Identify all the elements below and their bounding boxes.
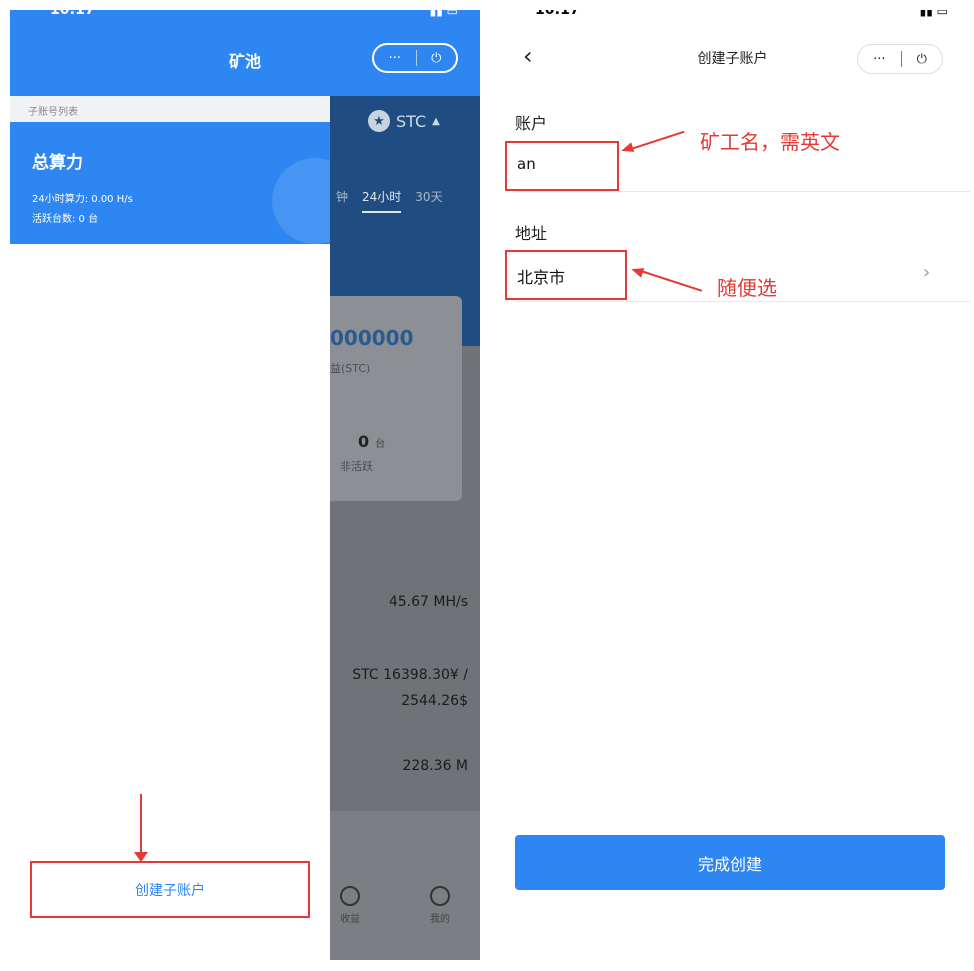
balance-label: 益(STC) xyxy=(330,362,371,375)
drawer-list-title: 子账号列表 xyxy=(10,96,330,122)
annotation-arrow xyxy=(630,130,685,150)
income-icon xyxy=(340,886,360,906)
right-phone-screen: 10:17 ▮▮ ▭ ‹ 创建子账户 ··· ⏻ 账户 an 矿工名，需英文 地… xyxy=(495,10,970,960)
network-hashrate: 45.67 MH/s xyxy=(388,594,468,610)
tab-minutes[interactable]: 钟 xyxy=(336,188,348,213)
capsule-divider xyxy=(900,51,902,67)
divider xyxy=(515,191,970,192)
more-icon[interactable]: ··· xyxy=(389,51,401,66)
inactive-label: 非活跃 xyxy=(340,460,373,473)
annotation-arrow xyxy=(140,794,142,854)
address-select[interactable]: 北京市 xyxy=(505,250,627,300)
chevron-right-icon[interactable]: › xyxy=(923,262,930,283)
coin-name: STC xyxy=(396,111,427,131)
signal-battery-icon: ▮▮ ▭ xyxy=(429,10,458,18)
annotation-arrow-head xyxy=(629,264,645,278)
hashrate-24h: 24小时算力: 0.00 H/s xyxy=(32,194,133,205)
background-page-overlay[interactable]: ★ STC ▲ 钟 24小时 30天 000000 益(STC) 0台 非活跃 … xyxy=(330,96,480,960)
account-label: 账户 xyxy=(515,114,548,133)
watermark-logo-icon xyxy=(272,158,330,244)
miniapp-capsule: ··· ⏻ xyxy=(857,44,943,74)
price: STC 16398.30¥ / 2544.26$ xyxy=(352,667,468,709)
power-icon[interactable]: ⏻ xyxy=(917,52,927,67)
subaccount-drawer: 子账号列表 总算力 24小时算力: 0.00 H/s 活跃台数: 0 台 创建子… xyxy=(10,96,330,960)
total-title: 总算力 xyxy=(32,153,83,173)
tab-30d[interactable]: 30天 xyxy=(415,188,442,213)
status-time: 10:17 xyxy=(535,10,580,18)
caret-up-icon: ▲ xyxy=(432,115,440,127)
active-devices: 活跃台数: 0 台 xyxy=(32,214,99,225)
total-hashrate-card[interactable]: 总算力 24小时算力: 0.00 H/s 活跃台数: 0 台 xyxy=(10,122,330,244)
finish-create-button[interactable]: 完成创建 xyxy=(515,835,945,890)
status-time: 10:17 xyxy=(50,10,95,18)
annotation-arrow-head xyxy=(619,142,635,156)
status-bar: 10:17 ▮▮ ▭ xyxy=(10,10,480,24)
miniapp-capsule: ··· ⏻ xyxy=(372,43,458,73)
capsule-divider xyxy=(415,50,417,66)
annotation-account-note: 矿工名，需英文 xyxy=(700,130,840,154)
divider xyxy=(515,301,970,302)
tab-24h[interactable]: 24小时 xyxy=(362,188,402,213)
difficulty: 228.36 M xyxy=(402,758,468,774)
power-icon[interactable]: ⏻ xyxy=(431,51,441,66)
annotation-arrow xyxy=(640,270,703,292)
time-range-tabs: 钟 24小时 30天 xyxy=(336,188,443,213)
balance-value: 000000 xyxy=(330,326,414,350)
annotation-address-note: 随便选 xyxy=(717,276,777,300)
create-subaccount-button[interactable]: 创建子账户 xyxy=(30,861,310,918)
coin-selector[interactable]: ★ STC ▲ xyxy=(368,110,440,132)
inactive-count: 0台 xyxy=(358,432,386,451)
more-icon[interactable]: ··· xyxy=(873,52,885,67)
user-icon xyxy=(430,886,450,906)
app-header: 矿池 ··· ⏻ xyxy=(10,24,480,96)
signal-battery-icon: ▮▮ ▭ xyxy=(919,10,948,18)
left-phone-screen: 10:17 ▮▮ ▭ 矿池 ··· ⏻ ★ STC ▲ 钟 24小时 30天 0… xyxy=(10,10,480,960)
nav-mine[interactable]: 我的 xyxy=(420,886,460,925)
coin-star-icon: ★ xyxy=(368,110,390,132)
account-input[interactable]: an xyxy=(505,141,619,191)
address-label: 地址 xyxy=(515,224,548,243)
nav-income[interactable]: 收益 xyxy=(330,886,370,925)
